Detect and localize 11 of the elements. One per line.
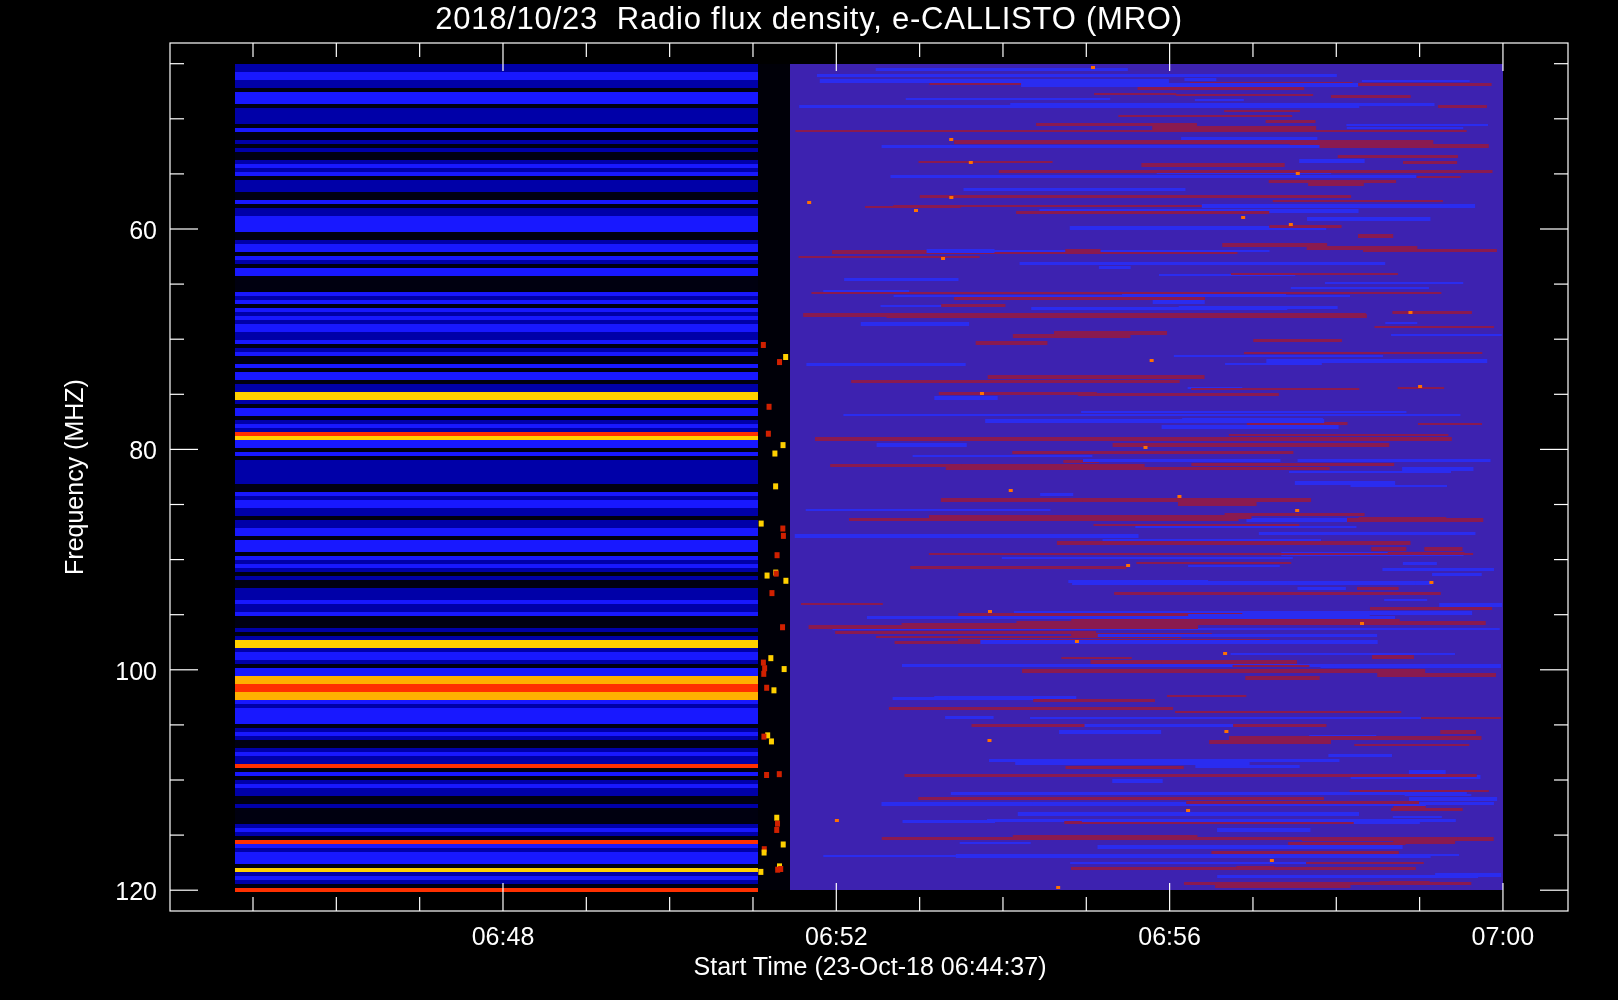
x-tick-label: 06:48 — [471, 922, 535, 950]
y-tick-label: 60 — [129, 216, 157, 244]
x-tick-label: 06:52 — [805, 922, 868, 950]
chart-title: 2018/10/23 Radio flux density, e-CALLISTO (MRO) — [435, 0, 1183, 38]
x-tick-label: 07:00 — [1471, 922, 1535, 950]
x-axis-label: Start Time (23-Oct-18 06:44:37) — [693, 952, 1047, 980]
x-tick-label: 06:56 — [1138, 922, 1201, 950]
y-tick-label: 100 — [115, 656, 157, 685]
y-tick-label: 120 — [115, 877, 157, 906]
y-tick-label: 80 — [129, 436, 157, 465]
y-axis-label: Frequency (MHZ) — [60, 379, 88, 575]
